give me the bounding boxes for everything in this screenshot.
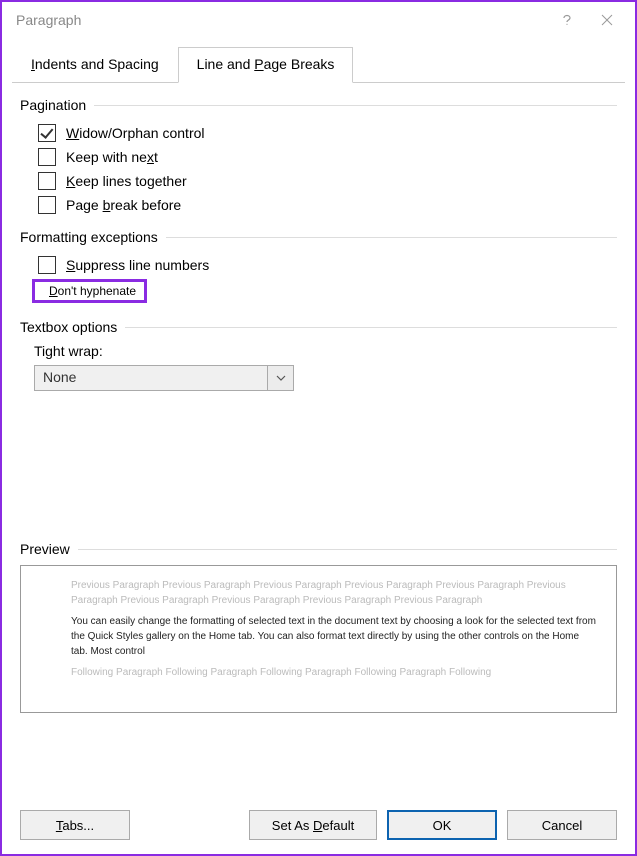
preview-box: Previous Paragraph Previous Paragraph Pr… [20,565,617,713]
checkbox-page-break-before[interactable]: Page break before [20,193,617,217]
preview-following: Following Paragraph Following Paragraph … [71,665,598,680]
checkbox-dont-hyphenate[interactable]: Don't hyphenate [32,279,147,303]
checkbox-label: Page break before [66,197,181,213]
close-button[interactable] [587,6,627,34]
preview-body: You can easily change the formatting of … [71,614,598,659]
checkbox-keep-lines-together[interactable]: Keep lines together [20,169,617,193]
checkbox-widow-orphan[interactable]: Widow/Orphan control [20,121,617,145]
pagination-header: Pagination [20,97,86,113]
checkbox-icon [38,196,56,214]
checkbox-icon [38,124,56,142]
checkbox-suppress-line-numbers[interactable]: Suppress line numbers [20,253,617,277]
checkbox-label: Keep with next [66,149,158,165]
checkbox-label: Widow/Orphan control [66,125,205,141]
tight-wrap-select[interactable]: None [34,365,294,391]
tab-strip: Indents and Spacing Line and Page Breaks [12,46,625,83]
tab-indents-spacing[interactable]: Indents and Spacing [12,47,178,83]
textbox-header: Textbox options [20,319,117,335]
set-default-button[interactable]: Set As Default [249,810,377,840]
help-icon [560,13,574,27]
tab-line-page-breaks[interactable]: Line and Page Breaks [178,47,354,83]
checkbox-label: Suppress line numbers [66,257,209,273]
checkbox-keep-with-next[interactable]: Keep with next [20,145,617,169]
checkbox-label: Keep lines together [66,173,187,189]
close-icon [601,14,613,26]
cancel-button[interactable]: Cancel [507,810,617,840]
window-title: Paragraph [16,12,81,28]
formatting-header: Formatting exceptions [20,229,158,245]
dropdown-button[interactable] [268,365,294,391]
chevron-down-icon [276,375,286,381]
tight-wrap-value: None [34,365,268,391]
checkbox-icon [38,256,56,274]
preview-header: Preview [20,541,70,557]
ok-button[interactable]: OK [387,810,497,840]
checkbox-label: Don't hyphenate [49,284,136,298]
checkbox-icon [38,148,56,166]
checkbox-icon [38,172,56,190]
help-button[interactable] [547,6,587,34]
preview-previous: Previous Paragraph Previous Paragraph Pr… [71,578,598,608]
tight-wrap-label: Tight wrap: [34,343,617,359]
tabs-button[interactable]: Tabs... [20,810,130,840]
